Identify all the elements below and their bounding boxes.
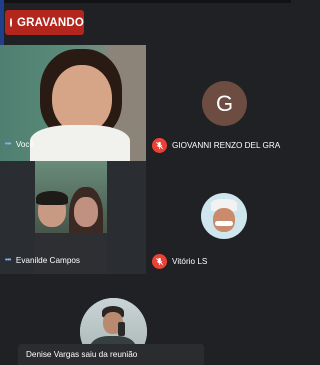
face-right-front bbox=[74, 197, 98, 227]
phone bbox=[118, 322, 125, 336]
avatar bbox=[201, 193, 247, 239]
avatar-initial: G bbox=[215, 90, 234, 116]
participant-name: Evanilde Campos bbox=[15, 256, 81, 265]
hair-left bbox=[36, 191, 68, 205]
participant-tile-giovanni[interactable]: G GIOVANNI RENZO DEL GRA bbox=[146, 45, 291, 161]
clothes bbox=[35, 233, 107, 274]
participant-label-vitorio: Vitório LS bbox=[152, 254, 207, 269]
mic-off-icon bbox=[152, 254, 167, 269]
audio-dots-icon: ••• bbox=[5, 141, 11, 148]
participant-tile-evanilde[interactable]: ••• Evanilde Campos bbox=[0, 161, 146, 274]
participant-label-giovanni: GIOVANNI RENZO DEL GRA bbox=[152, 138, 280, 153]
participant-name: GIOVANNI RENZO DEL GRA bbox=[172, 141, 281, 150]
mic-off-icon bbox=[152, 138, 167, 153]
face bbox=[52, 65, 112, 133]
participant-label-self: ••• Você bbox=[5, 140, 34, 149]
recording-badge: GRAVANDO bbox=[5, 10, 84, 35]
toast-message: Denise Vargas saiu da reunião bbox=[26, 350, 138, 359]
participant-name: Vitório LS bbox=[172, 257, 208, 266]
audio-dots-icon: ••• bbox=[5, 257, 11, 264]
recording-label: GRAVANDO bbox=[17, 16, 84, 29]
participant-tile-vitorio[interactable]: Vitório LS bbox=[146, 161, 291, 274]
face bbox=[213, 208, 235, 232]
avatar: G bbox=[202, 81, 247, 126]
participant-label-evanilde: ••• Evanilde Campos bbox=[5, 256, 80, 265]
smile bbox=[215, 221, 233, 226]
top-divider bbox=[4, 0, 291, 3]
shirt bbox=[30, 125, 130, 161]
participant-tile-self[interactable]: ••• Você bbox=[0, 45, 146, 161]
participant-name: Você bbox=[15, 140, 35, 149]
record-dot-icon bbox=[10, 18, 13, 27]
leave-notification-toast: Denise Vargas saiu da reunião bbox=[18, 344, 204, 365]
